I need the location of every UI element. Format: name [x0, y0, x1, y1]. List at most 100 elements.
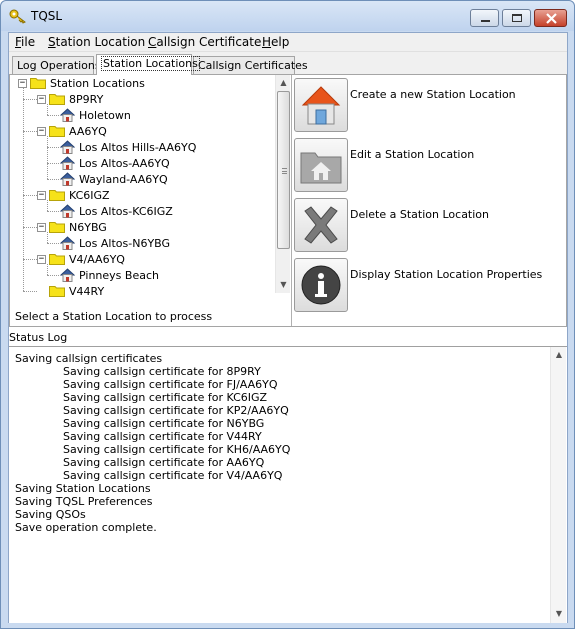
tree-item-label: Los Altos Hills-AA6YQ: [79, 140, 197, 154]
collapse-icon[interactable]: −: [37, 126, 46, 136]
station-location-tree[interactable]: − Station Locations −8P9RY Holetown − AA6YQ Lo…: [10, 75, 290, 325]
folder-icon: [49, 126, 65, 137]
create-location-label[interactable]: Create a new Station Location: [350, 88, 516, 101]
scroll-down-icon[interactable]: ▼: [276, 277, 291, 292]
menu-callsign-certificate[interactable]: Callsign Certificate: [148, 35, 261, 49]
tree-item-label: Wayland-AA6YQ: [79, 172, 168, 186]
collapse-icon[interactable]: −: [18, 78, 27, 88]
folder-icon: [49, 222, 65, 233]
window-title: TQSL: [31, 9, 63, 23]
tree-item-label: Station Locations: [50, 76, 145, 90]
log-line: Saving callsign certificate for KP2/AA6Y…: [63, 404, 289, 417]
tree-item-label: Los Altos-KC6IGZ: [79, 204, 173, 218]
log-line: Saving callsign certificate for N6YBG: [63, 417, 265, 430]
tree-location-item[interactable]: Los Altos-N6YBG: [60, 235, 170, 251]
tree-location-item[interactable]: Pinneys Beach: [60, 267, 159, 283]
log-line: Saving TQSL Preferences: [15, 495, 153, 508]
tree-item-label: V4/AA6YQ: [69, 252, 125, 266]
house-icon: [60, 172, 75, 186]
scroll-up-icon[interactable]: ▲: [551, 347, 567, 362]
status-log[interactable]: Saving callsign certificates Saving calls…: [9, 346, 567, 623]
tab-label: Callsign Certificates: [198, 59, 308, 72]
tab-log-operations[interactable]: Log Operations: [12, 56, 101, 75]
properties-location-label[interactable]: Display Station Location Properties: [350, 268, 542, 281]
scroll-up-icon[interactable]: ▲: [276, 75, 291, 90]
close-icon: [546, 13, 557, 24]
tree-location-item[interactable]: Wayland-AA6YQ: [60, 171, 168, 187]
folder-icon: [30, 78, 46, 89]
tree-location-item[interactable]: Los Altos-AA6YQ: [60, 155, 170, 171]
house-icon: [301, 86, 341, 125]
tree-item-label: 8P9RY: [69, 92, 104, 106]
title-bar[interactable]: TQSL: [1, 1, 574, 31]
station-locations-panel: − Station Locations −8P9RY Holetown − AA6YQ Lo…: [9, 74, 567, 327]
tab-label: Station Locations: [101, 56, 200, 71]
collapse-icon[interactable]: −: [37, 94, 46, 104]
info-icon: [301, 265, 341, 305]
log-line: Saving callsign certificates: [15, 352, 163, 365]
log-line: Saving callsign certificate for V4/AA6YQ: [63, 469, 283, 482]
log-line: Saving callsign certificate for AA6YQ: [63, 456, 265, 469]
app-window: TQSL File Station Location Callsign Cert…: [0, 0, 575, 629]
create-location-button[interactable]: [294, 78, 348, 132]
edit-location-label[interactable]: Edit a Station Location: [350, 148, 474, 161]
tree-item-label: Los Altos-AA6YQ: [79, 156, 170, 170]
collapse-icon[interactable]: −: [37, 222, 46, 232]
menu-file[interactable]: File: [15, 35, 35, 49]
log-line: Saving callsign certificate for KH6/AA6Y…: [63, 443, 291, 456]
house-icon: [60, 268, 75, 282]
maximize-icon: [512, 14, 522, 22]
status-log-scrollbar[interactable]: ▲ ▼: [550, 347, 566, 623]
menu-bar: File Station Location Callsign Certifica…: [9, 33, 567, 52]
collapse-icon[interactable]: −: [37, 190, 46, 200]
log-line: Saving callsign certificate for V44RY: [63, 430, 262, 443]
log-line: Saving callsign certificate for 8P9RY: [63, 365, 261, 378]
menu-help[interactable]: Help: [262, 35, 289, 49]
tree-location-item[interactable]: Los Altos Hills-AA6YQ: [60, 139, 196, 155]
collapse-icon[interactable]: −: [37, 254, 46, 264]
tree-item-label: N6YBG: [69, 220, 107, 234]
house-icon: [60, 156, 75, 170]
delete-x-icon: [304, 206, 338, 244]
folder-icon: [49, 94, 65, 105]
tree-item-label: V44RY: [69, 284, 105, 298]
notebook-area: Log Operations Station Locations Callsig…: [9, 52, 567, 327]
edit-location-button[interactable]: [294, 138, 348, 192]
tab-label: Log Operations: [17, 59, 101, 72]
tree-location-item[interactable]: Los Altos-KC6IGZ: [60, 203, 173, 219]
tree-hint-text: Select a Station Location to process: [15, 310, 213, 323]
minimize-button[interactable]: [470, 9, 499, 27]
properties-location-button[interactable]: [294, 258, 348, 312]
scroll-down-icon[interactable]: ▼: [551, 606, 567, 621]
tree-callsign-node[interactable]: V44RY: [37, 283, 104, 299]
status-log-label: Status Log: [9, 331, 68, 344]
house-icon: [60, 204, 75, 218]
minimize-icon: [481, 20, 490, 22]
maximize-button[interactable]: [502, 9, 531, 27]
house-icon: [60, 108, 75, 122]
key-icon: [9, 9, 26, 24]
tree-item-label: AA6YQ: [69, 124, 107, 138]
tree-root[interactable]: − Station Locations: [18, 75, 145, 91]
log-line: Saving callsign certificate for FJ/AA6YQ: [63, 378, 278, 391]
menu-station-location[interactable]: Station Location: [48, 35, 145, 49]
delete-location-button[interactable]: [294, 198, 348, 252]
close-button[interactable]: [534, 9, 567, 27]
folder-house-icon: [300, 152, 342, 184]
tree-callsign-node[interactable]: − V4/AA6YQ: [37, 251, 125, 267]
splitter[interactable]: [291, 75, 292, 326]
tree-item-label: Pinneys Beach: [79, 268, 159, 282]
scroll-thumb[interactable]: [277, 91, 290, 249]
tab-callsign-certificates[interactable]: Callsign Certificates: [193, 56, 308, 75]
tab-station-locations[interactable]: Station Locations: [96, 54, 200, 75]
folder-icon: [49, 286, 65, 297]
log-line: Saving callsign certificate for KC6IGZ: [63, 391, 268, 404]
log-line: Saving Station Locations: [15, 482, 151, 495]
tree-scrollbar[interactable]: ▲ ▼: [275, 75, 290, 293]
tree-item-label: KC6IGZ: [69, 188, 110, 202]
house-icon: [60, 140, 75, 154]
tree-location-item[interactable]: Holetown: [60, 107, 131, 123]
delete-location-label[interactable]: Delete a Station Location: [350, 208, 489, 221]
client-area: File Station Location Callsign Certifica…: [8, 32, 568, 623]
log-line: Saving QSOs: [15, 508, 86, 521]
